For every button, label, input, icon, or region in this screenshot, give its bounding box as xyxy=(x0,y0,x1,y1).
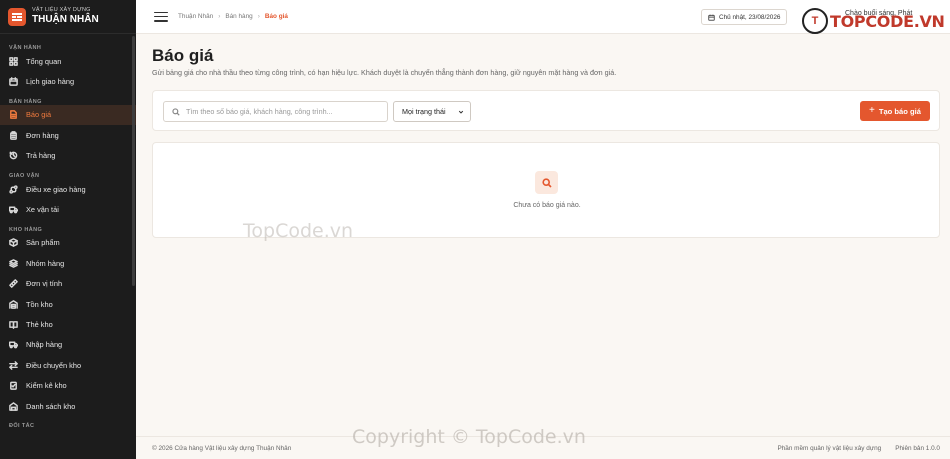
watermark-logo-text: TOPCODE.VN xyxy=(830,11,945,31)
file-icon xyxy=(10,110,17,120)
history-icon xyxy=(9,151,18,160)
section-title-ban-hang: BÁN HÀNG xyxy=(9,98,42,105)
footer-software: Phần mềm quản lý vật liệu xây dựng xyxy=(777,444,882,452)
sidebar-item-bao-gia[interactable]: Báo giá xyxy=(0,104,136,126)
sidebar-item-label: Xe vận tải xyxy=(26,205,59,215)
sidebar-item-label: Điều xe giao hàng xyxy=(26,184,86,194)
plus-icon: + xyxy=(868,105,875,116)
sidebar-item-label: Tổng quan xyxy=(26,56,62,66)
status-filter-select[interactable]: Mọi trạng thái xyxy=(393,101,471,122)
warehouse-icon xyxy=(9,299,18,309)
chevron-right-icon: › xyxy=(257,13,260,20)
watermark-logo: T TOPCODE.VN xyxy=(802,7,950,35)
sidebar-item-label: Điều chuyển kho xyxy=(26,360,82,370)
section-title-van-hanh: VẬN HÀNH xyxy=(9,45,42,51)
sidebar-item-san-pham[interactable]: Sản phẩm xyxy=(0,233,136,253)
sidebar-item-label: Danh sách kho xyxy=(26,401,76,411)
route-icon xyxy=(9,185,18,194)
section-title-kho-hang: KHO HÀNG xyxy=(9,226,43,233)
status-filter-value: Mọi trạng thái xyxy=(402,107,446,116)
building-icon xyxy=(9,401,18,411)
date-display: Chủ nhật, 23/08/2026 xyxy=(701,9,788,25)
search-box[interactable] xyxy=(163,101,388,122)
breadcrumb-home[interactable]: Thuận Nhân xyxy=(178,13,213,20)
brand-subtitle: VẬT LIỆU XÂY DỰNG xyxy=(32,6,91,13)
sidebar-item-danh-sach-kho[interactable]: Danh sách kho xyxy=(0,396,136,416)
create-quote-label: Tạo báo giá xyxy=(878,106,922,116)
sidebar-item-kiem-ke-kho[interactable]: Kiểm kê kho xyxy=(0,375,136,395)
sidebar-item-label: Đơn hàng xyxy=(26,130,59,140)
footer-copyright: © 2026 Cửa hàng Vật liệu xây dựng Thuận … xyxy=(152,444,292,452)
search-icon xyxy=(172,107,180,116)
sidebar-item-the-kho[interactable]: Thẻ kho xyxy=(0,314,136,334)
sidebar-item-label: Thẻ kho xyxy=(26,319,53,329)
sidebar-item-don-hang[interactable]: Đơn hàng xyxy=(0,125,136,145)
page-description: Gửi bảng giá cho nhà thầu theo từng công… xyxy=(152,68,617,77)
breadcrumb: Thuận Nhân › Bán hàng › Báo giá xyxy=(178,13,288,20)
watermark-text: TopCode.vn xyxy=(243,220,354,242)
date-text: Chủ nhật, 23/08/2026 xyxy=(719,13,781,21)
sidebar-item-tong-quan[interactable]: Tổng quan xyxy=(0,51,136,71)
sidebar-item-nhom-hang[interactable]: Nhóm hàng xyxy=(0,253,136,273)
search-input[interactable] xyxy=(186,107,376,116)
sidebar-item-label: Sản phẩm xyxy=(26,238,60,248)
brand-name: THUẬN NHÂN xyxy=(32,14,99,26)
sidebar-item-label: Kiểm kê kho xyxy=(26,381,67,391)
sidebar-item-label: Trả hàng xyxy=(26,151,56,161)
sidebar-item-label: Lịch giao hàng xyxy=(26,77,75,87)
brand[interactable]: VẬT LIỆU XÂY DỰNG THUẬN NHÂN xyxy=(0,0,136,34)
dashboard-icon xyxy=(9,56,18,66)
chevron-right-icon: › xyxy=(218,13,221,20)
clipboard-icon xyxy=(10,131,17,140)
truck-icon xyxy=(9,206,18,214)
chevron-down-icon xyxy=(458,110,464,114)
footer-version: Phiên bản 1.0.0 xyxy=(895,444,940,452)
create-quote-button[interactable]: + Tạo báo giá xyxy=(860,101,930,121)
breadcrumb-current: Báo giá xyxy=(264,13,288,20)
section-title-giao-van: GIAO VẬN xyxy=(9,172,40,179)
menu-toggle-icon[interactable] xyxy=(154,11,168,22)
sidebar-item-label: Báo giá xyxy=(26,110,52,120)
breadcrumb-section[interactable]: Bán hàng xyxy=(225,13,252,20)
sidebar-item-don-vi-tinh[interactable]: Đơn vị tính xyxy=(0,274,136,294)
sidebar-item-label: Nhóm hàng xyxy=(26,258,65,268)
page-title: Báo giá xyxy=(152,46,214,65)
filter-toolbar: Mọi trạng thái + Tạo báo giá xyxy=(152,90,940,131)
layers-icon xyxy=(9,258,18,268)
search-icon xyxy=(535,171,558,194)
sidebar-item-label: Tồn kho xyxy=(26,299,53,309)
top-header: Thuận Nhân › Bán hàng › Báo giá Chủ nhật… xyxy=(136,0,950,34)
sidebar-item-label: Đơn vị tính xyxy=(26,279,63,289)
book-icon xyxy=(9,321,18,329)
sidebar-item-xe-van-tai[interactable]: Xe vận tải xyxy=(0,199,136,219)
brand-logo-icon xyxy=(8,7,26,26)
truck-in-icon xyxy=(9,341,18,349)
sidebar-item-dieu-xe[interactable]: Điều xe giao hàng xyxy=(0,179,136,199)
empty-state-text: Chưa có báo giá nào. xyxy=(513,202,581,209)
checklist-icon xyxy=(10,381,17,390)
sidebar-scrollbar[interactable] xyxy=(132,36,135,286)
sidebar-item-label: Nhập hàng xyxy=(26,340,63,350)
calendar-icon xyxy=(708,14,715,21)
topcode-logo-icon: T xyxy=(802,8,828,34)
sidebar-item-ton-kho[interactable]: Tồn kho xyxy=(0,294,136,314)
sidebar-item-nhap-hang[interactable]: Nhập hàng xyxy=(0,335,136,355)
ruler-icon xyxy=(9,279,18,289)
section-title-doi-tac: ĐỐI TÁC xyxy=(9,423,35,430)
sidebar: VẬT LIỆU XÂY DỰNG THUẬN NHÂN VẬN HÀNH Tổ… xyxy=(0,0,136,459)
sidebar-item-lich-giao-hang[interactable]: Lịch giao hàng xyxy=(0,71,136,91)
copyright-watermark: Copyright © TopCode.vn xyxy=(352,426,586,448)
transfer-icon xyxy=(9,360,18,370)
package-icon xyxy=(9,238,18,248)
sidebar-item-dieu-chuyen-kho[interactable]: Điều chuyển kho xyxy=(0,355,136,375)
sidebar-item-tra-hang[interactable]: Trả hàng xyxy=(0,146,136,166)
calendar-icon xyxy=(9,77,18,86)
